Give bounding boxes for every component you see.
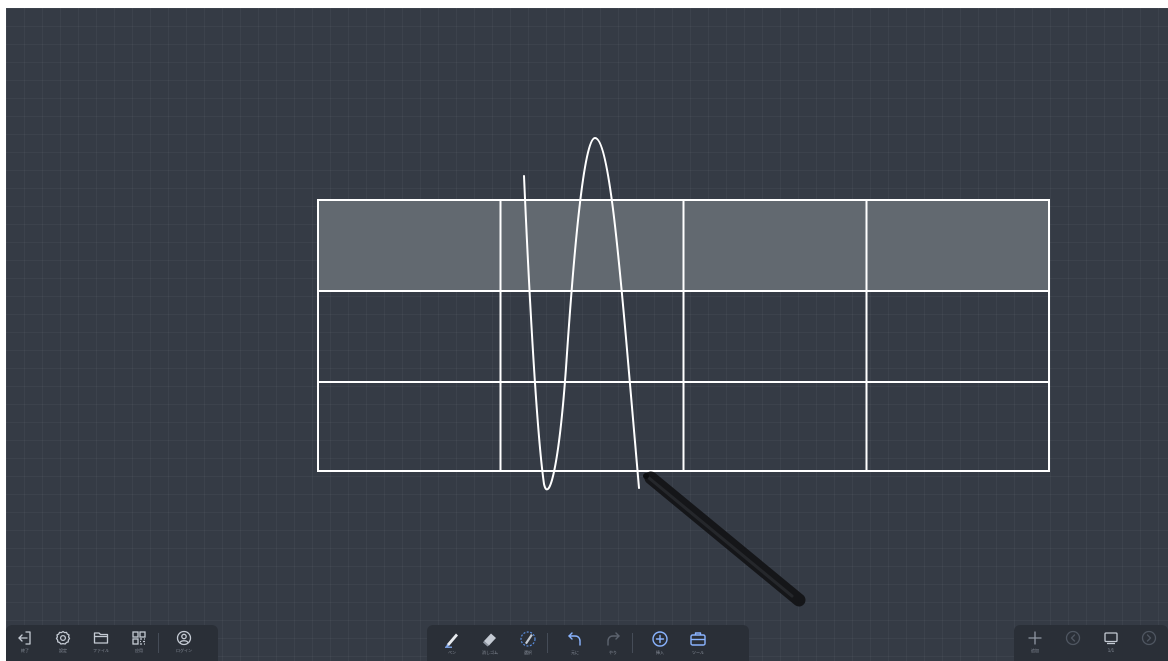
settings-button[interactable]: 設定 <box>44 625 82 661</box>
file-button[interactable]: ファイル <box>82 625 120 661</box>
user-circle-icon <box>176 630 192 646</box>
plus-icon <box>1028 631 1042 645</box>
prev-page-icon <box>1065 630 1081 646</box>
prev-page-button[interactable] <box>1054 625 1092 661</box>
toolbox-button[interactable]: ツール <box>679 625 717 661</box>
stylus-pen <box>643 471 806 607</box>
apps-icon <box>132 631 146 645</box>
lasso-button[interactable]: 選択 <box>509 625 547 661</box>
toolbox-icon <box>690 632 706 646</box>
pen-button[interactable]: ペン <box>433 625 471 661</box>
center-toolbar: ペン 消しゴム 選択 元に やり 挿入 ツール <box>427 625 749 661</box>
file-label: ファイル <box>93 648 109 653</box>
next-page-button[interactable] <box>1130 625 1168 661</box>
gear-icon <box>55 630 71 645</box>
insert-label: 挿入 <box>656 650 664 655</box>
exit-icon <box>18 631 31 645</box>
redo-button[interactable]: やり <box>594 625 632 661</box>
left-toolbar: 終了 設定 ファイル 应用 ログイン <box>6 625 218 661</box>
add-page-button[interactable]: 追加 <box>1016 625 1054 661</box>
apps-button[interactable]: 应用 <box>120 625 158 661</box>
table-header-cell <box>867 200 1049 291</box>
next-page-icon <box>1141 630 1157 646</box>
page-indicator: 1/1 <box>1107 648 1115 653</box>
lasso-label: 選択 <box>524 650 532 655</box>
table-header-cell <box>684 200 866 291</box>
apps-label: 应用 <box>135 648 143 653</box>
toolbar-divider <box>547 633 548 653</box>
login-button[interactable]: ログイン <box>159 625 209 661</box>
add-page-label: 追加 <box>1031 648 1039 653</box>
exit-button[interactable]: 終了 <box>6 625 44 661</box>
pages-button[interactable]: 1/1 <box>1092 625 1130 661</box>
insert-button[interactable]: 挿入 <box>641 625 679 661</box>
toolbar-divider <box>632 633 633 653</box>
pen-icon <box>445 633 458 648</box>
pen-label: ペン <box>448 650 456 655</box>
redo-label: やり <box>609 650 617 655</box>
toolbox-label: ツール <box>692 650 704 655</box>
undo-icon <box>568 632 581 646</box>
ink-stroke[interactable] <box>523 136 640 491</box>
undo-label: 元に <box>571 650 579 655</box>
lasso-icon <box>520 631 536 647</box>
eraser-icon <box>483 633 496 647</box>
eraser-label: 消しゴム <box>482 650 498 655</box>
folder-icon <box>93 632 109 644</box>
table-header-cell <box>318 200 500 291</box>
insert-icon <box>652 631 668 647</box>
redo-icon <box>607 632 620 646</box>
settings-label: 設定 <box>59 648 67 653</box>
undo-button[interactable]: 元に <box>556 625 594 661</box>
pages-icon <box>1104 632 1118 645</box>
drawing-layer <box>317 136 1050 607</box>
login-label: ログイン <box>176 648 192 653</box>
whiteboard-canvas[interactable] <box>6 8 1168 661</box>
eraser-button[interactable]: 消しゴム <box>471 625 509 661</box>
exit-label: 終了 <box>21 648 29 653</box>
right-toolbar: 追加 1/1 <box>1014 625 1168 661</box>
